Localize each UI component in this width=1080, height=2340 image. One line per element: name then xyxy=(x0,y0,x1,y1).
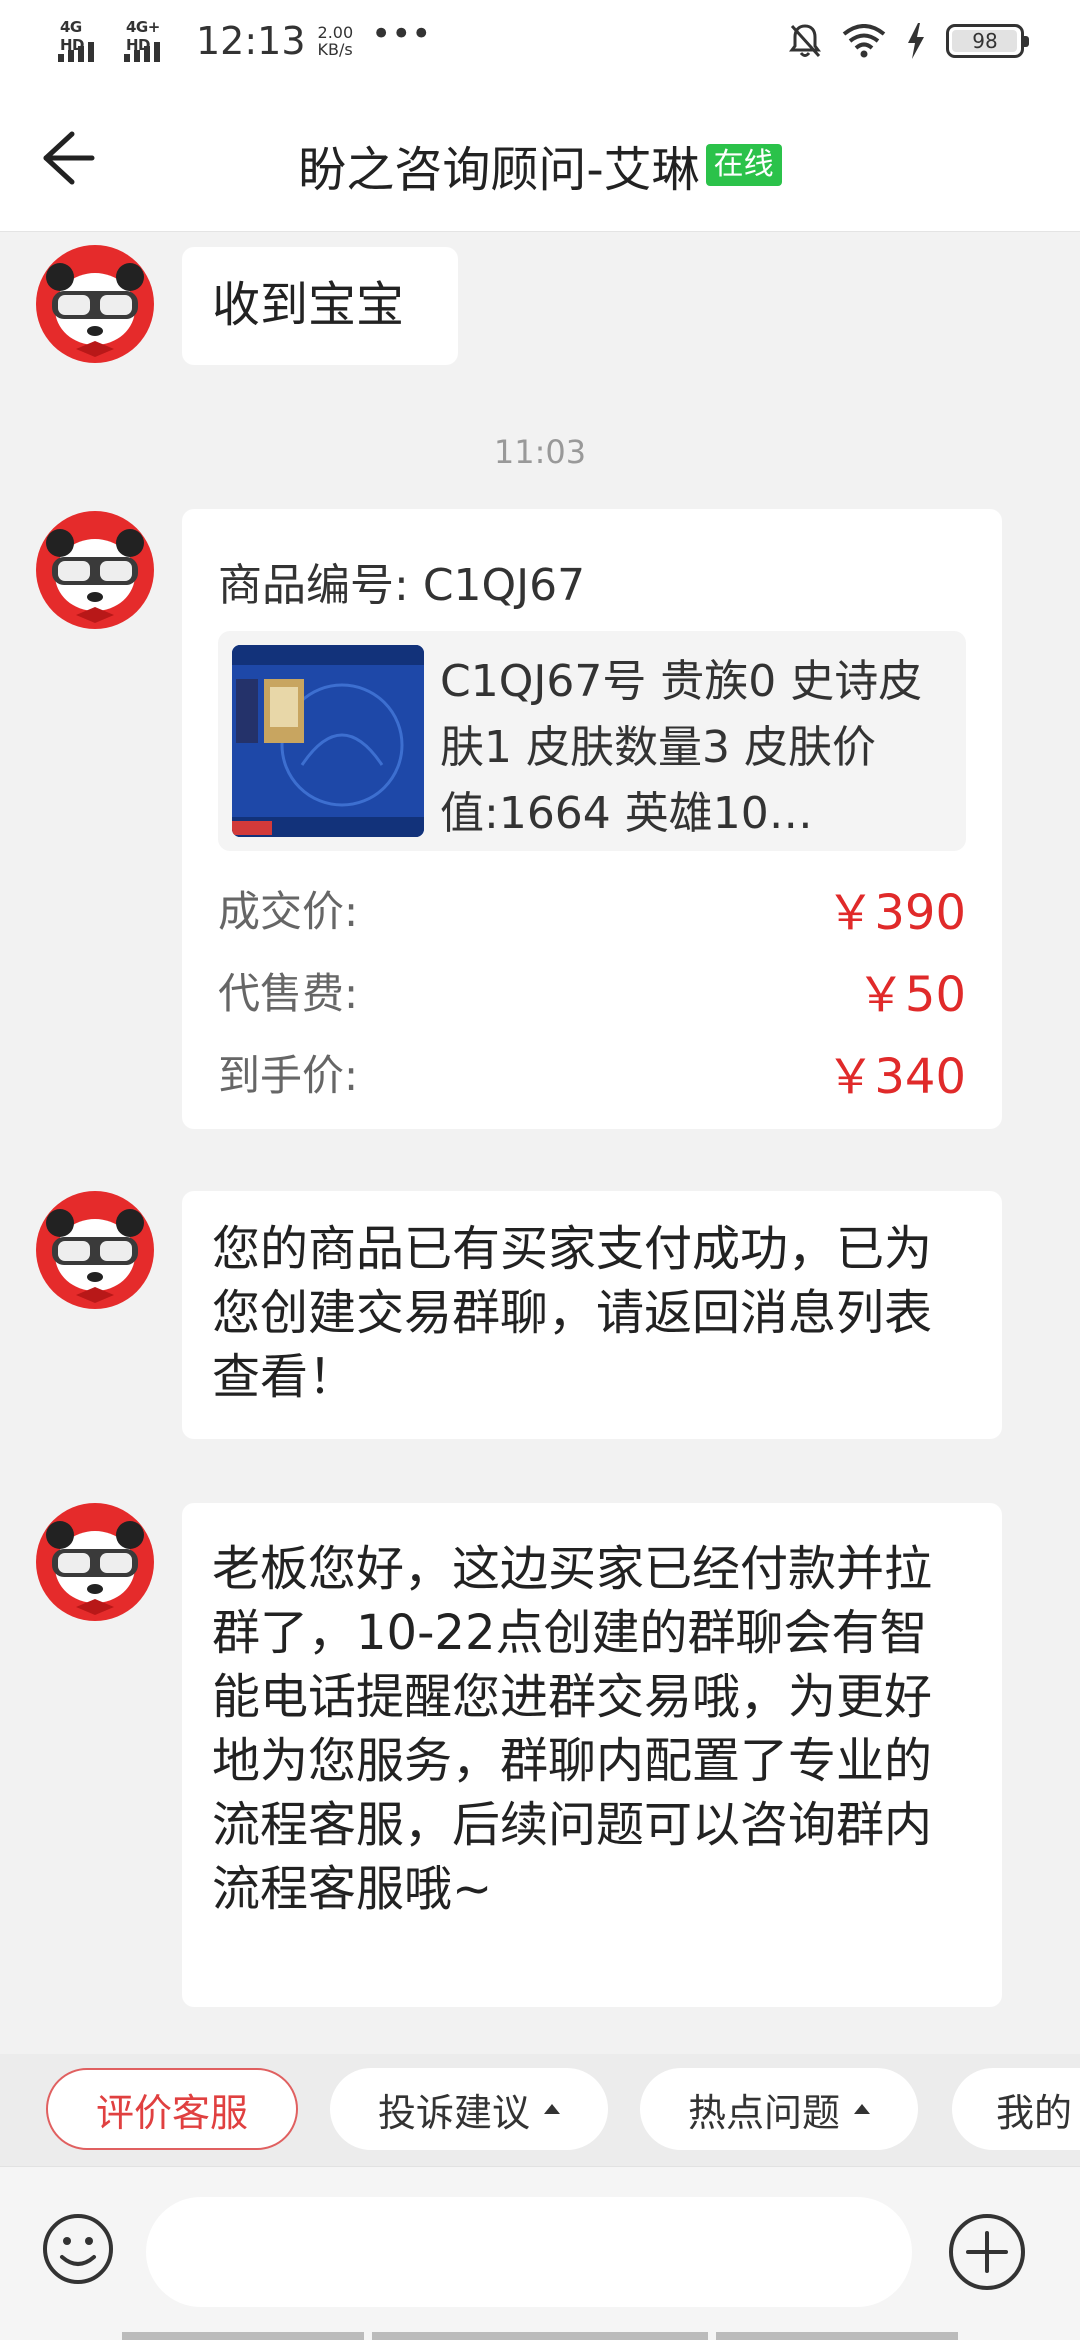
message-bubble[interactable]: 老板您好，这边买家已经付款并拉群了，10-22点创建的群聊会有智能电话提醒您进群… xyxy=(182,1503,1002,2007)
fee-row: 代售费: ￥50 xyxy=(218,949,966,1031)
wifi-icon xyxy=(842,24,886,58)
hot-questions-button[interactable]: 热点问题 xyxy=(640,2068,918,2150)
agent-avatar[interactable] xyxy=(36,511,154,629)
rate-agent-button[interactable]: 评价客服 xyxy=(46,2068,298,2150)
quick-actions-bar: 评价客服 投诉建议 热点问题 我的 xyxy=(0,2054,1080,2166)
mute-icon xyxy=(789,24,821,58)
product-summary[interactable]: C1QJ67号 贵族0 史诗皮肤1 皮肤数量3 皮肤价值:1664 英雄10… xyxy=(218,631,966,851)
battery-icon: 98 xyxy=(946,24,1029,58)
agent-avatar[interactable] xyxy=(36,245,154,363)
net-price-row: 到手价: ￥340 xyxy=(218,1031,966,1113)
product-description: C1QJ67号 贵族0 史诗皮肤1 皮肤数量3 皮肤价值:1664 英雄10… xyxy=(440,656,923,839)
net-price-value: ￥340 xyxy=(826,1049,966,1105)
order-card[interactable]: 商品编号: C1QJ67 C1QJ67号 贵族0 史诗皮肤1 皮肤数量3 皮肤价… xyxy=(182,509,1002,1129)
message-timestamp: 11:03 xyxy=(493,433,587,471)
input-bar xyxy=(0,2166,1080,2340)
more-notifications-icon: ••• xyxy=(371,14,432,54)
caret-up-icon xyxy=(544,2104,560,2114)
agent-avatar[interactable] xyxy=(36,1503,154,1621)
gesture-bar xyxy=(716,2332,958,2340)
message-text: 您的商品已有买家支付成功，已为您创建交易群聊，请返回消息列表查看！ xyxy=(212,1221,933,1405)
product-thumbnail xyxy=(232,645,424,837)
agent-avatar[interactable] xyxy=(36,1191,154,1309)
plus-icon[interactable] xyxy=(946,2211,1028,2293)
emoji-icon[interactable] xyxy=(40,2211,116,2287)
clock: 12:13 xyxy=(196,19,306,63)
chat-header: 盼之咨询顾问-艾琳 在线 xyxy=(0,84,1080,232)
online-status-badge: 在线 xyxy=(705,144,782,186)
fee-value: ￥50 xyxy=(856,967,966,1023)
message-input[interactable] xyxy=(146,2197,912,2307)
message-text: 收到宝宝 xyxy=(212,277,405,333)
signal-icon-2: 4G+ HD xyxy=(124,18,176,64)
message-bubble[interactable]: 您的商品已有买家支付成功，已为您创建交易群聊，请返回消息列表查看！ xyxy=(182,1191,1002,1439)
complaint-button[interactable]: 投诉建议 xyxy=(330,2068,608,2150)
page-title: 盼之咨询顾问-艾琳 xyxy=(298,142,700,198)
deal-price-value: ￥390 xyxy=(826,885,966,941)
charging-icon xyxy=(908,23,924,59)
signal-icon: 4G HD xyxy=(58,18,110,64)
deal-price-row: 成交价: ￥390 xyxy=(218,867,966,949)
status-bar: 4G HD 4G+ HD 12:13 2.00 KB/s ••• 98 xyxy=(0,0,1080,84)
message-bubble[interactable]: 收到宝宝 xyxy=(182,247,458,365)
my-button[interactable]: 我的 xyxy=(952,2068,1080,2150)
gesture-bar xyxy=(372,2332,708,2340)
network-speed: 2.00 KB/s xyxy=(317,23,354,59)
message-text: 老板您好，这边买家已经付款并拉群了，10-22点创建的群聊会有智能电话提醒您进群… xyxy=(212,1541,933,1917)
gesture-bar xyxy=(122,2332,364,2340)
order-number: 商品编号: C1QJ67 xyxy=(218,560,586,611)
chat-list[interactable]: 收到宝宝 11:03 商品编号: C1QJ67 C1QJ67号 贵族0 史诗皮肤… xyxy=(0,233,1080,2053)
caret-up-icon xyxy=(854,2104,870,2114)
